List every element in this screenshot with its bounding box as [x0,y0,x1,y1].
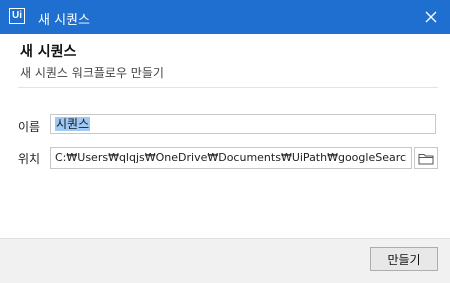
close-button[interactable] [412,0,450,34]
uipath-logo-icon: Ui [9,8,25,24]
location-input[interactable]: C:₩Users₩qlqjs₩OneDrive₩Documents₩UiPath… [50,147,412,169]
name-input[interactable]: 시퀀스 [50,114,436,134]
dialog-heading: 새 시퀀스 [20,44,77,60]
window-title: 새 시퀀스 [38,13,90,28]
name-input-value: 시퀀스 [55,117,91,131]
folder-icon [418,153,434,164]
title-bar: Ui 새 시퀀스 [0,0,450,34]
location-label: 위치 [18,152,41,166]
dialog-footer: 만들기 [0,238,450,283]
browse-folder-button[interactable] [414,147,438,169]
divider [18,87,438,88]
close-icon [425,11,437,23]
dialog-subtitle: 새 시퀀스 워크플로우 만들기 [20,66,164,80]
create-button[interactable]: 만들기 [370,247,438,271]
name-label: 이름 [18,120,41,134]
